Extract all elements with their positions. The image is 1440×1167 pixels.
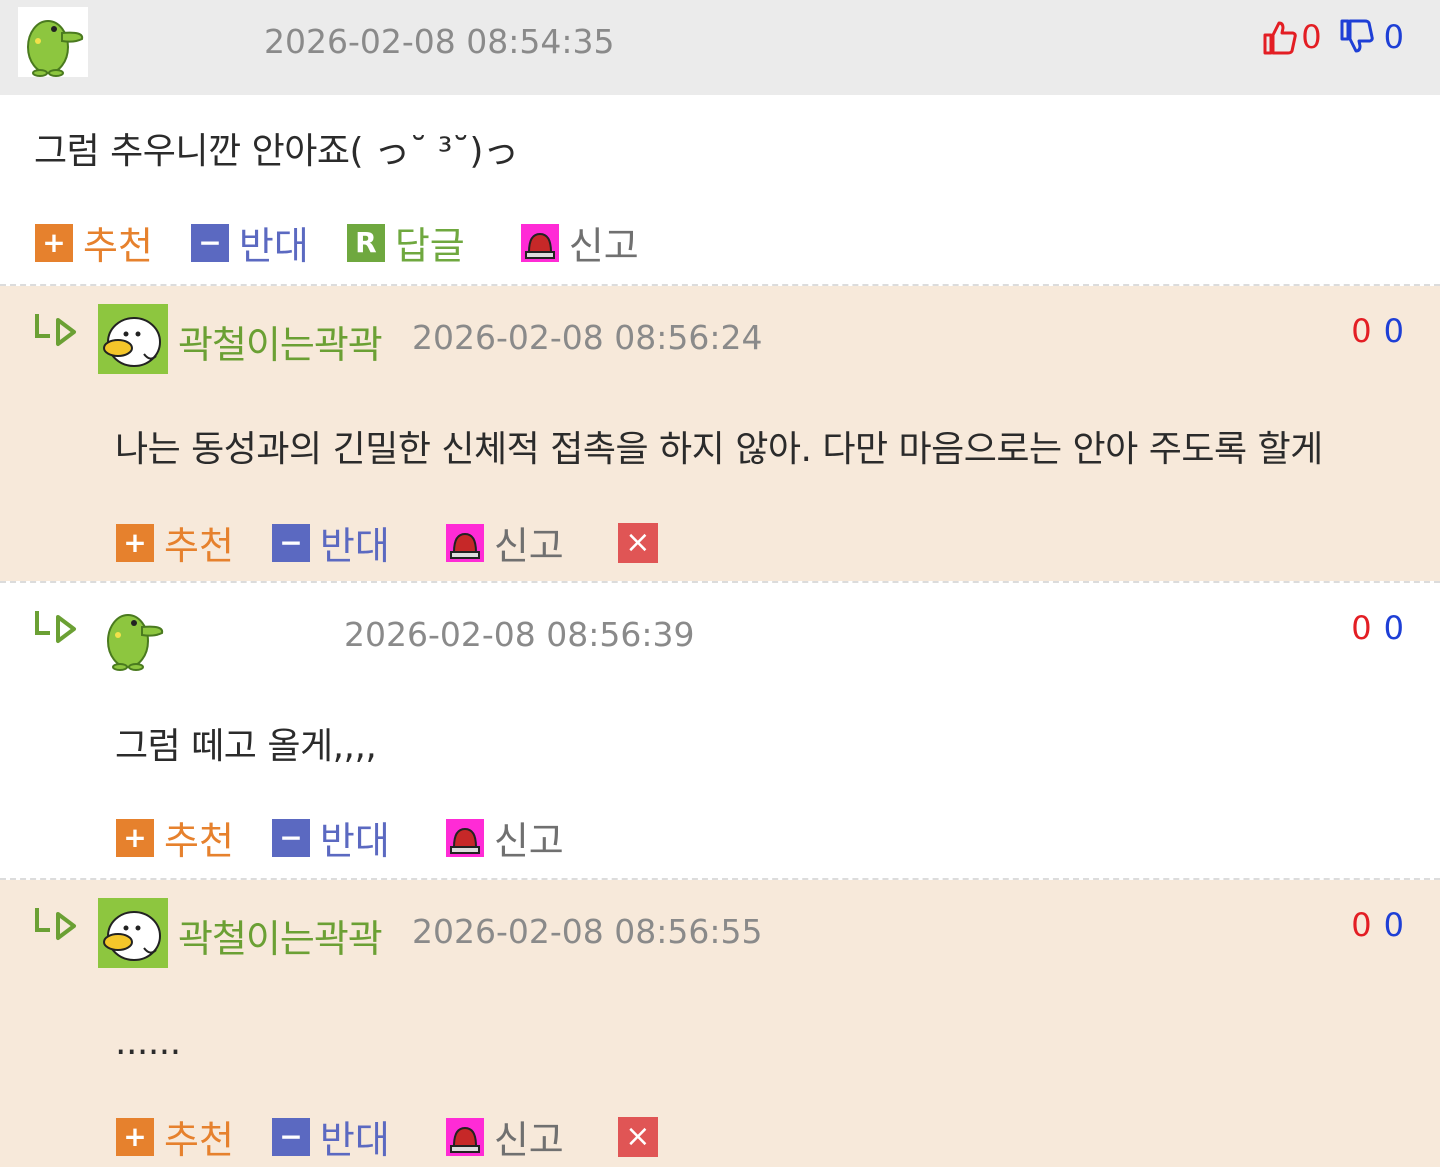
avatar[interactable] [98, 304, 168, 374]
vote-counts: 0 0 [1351, 609, 1404, 647]
delete-button[interactable]: × [617, 1116, 658, 1157]
comment-text: 나는 동성과의 긴밀한 신체적 접촉을 하지 않아. 다만 마음으로는 안아 주… [115, 429, 1323, 470]
recommend-button[interactable]: + 추천 [116, 515, 234, 570]
plus-icon: + [35, 223, 73, 262]
avatar[interactable] [18, 7, 88, 77]
recommend-label: 추천 [83, 224, 153, 268]
oppose-button[interactable]: − 반대 [271, 810, 390, 865]
comment-1: 2026-02-08 08:54:35 0 0 그럼 추우니깐 안아죠( っ˘ … [0, 0, 1440, 285]
plus-icon: + [116, 818, 154, 857]
reply-arrow-icon [35, 314, 76, 346]
report-label: 신고 [568, 224, 639, 268]
comment-header [0, 0, 1440, 95]
oppose-label: 반대 [319, 524, 390, 568]
thumbs-up-icon[interactable] [1261, 19, 1298, 55]
down-count: 0 [1383, 609, 1404, 647]
minus-icon: − [271, 1117, 310, 1156]
report-label: 신고 [493, 1118, 564, 1162]
up-count: 0 [1351, 906, 1372, 944]
minus-icon: − [190, 223, 229, 262]
recommend-button[interactable]: + 추천 [116, 810, 234, 865]
oppose-button[interactable]: − 반대 [271, 515, 390, 570]
report-button[interactable]: 신고 [445, 810, 564, 865]
thumbs-down-icon[interactable] [1338, 19, 1374, 55]
recommend-label: 추천 [164, 1118, 234, 1162]
recommend-button[interactable]: + 추천 [35, 215, 153, 270]
up-count: 0 [1301, 18, 1322, 56]
minus-icon: − [271, 818, 310, 857]
close-icon: × [625, 1118, 651, 1154]
delete-button[interactable]: × [617, 522, 658, 563]
siren-icon [445, 1117, 484, 1156]
vote-counts: 0 0 [1351, 312, 1404, 350]
green-mascot-icon [27, 20, 84, 77]
comment-date: 2026-02-08 08:56:39 [344, 615, 695, 654]
recommend-label: 추천 [164, 524, 234, 568]
down-count: 0 [1383, 906, 1404, 944]
reply-label: 답글 [394, 224, 465, 268]
vote-counts: 0 0 [1351, 906, 1404, 944]
duck-mascot-icon [103, 911, 161, 961]
report-button[interactable]: 신고 [445, 1109, 564, 1164]
siren-icon [445, 818, 484, 857]
green-mascot-icon [107, 614, 164, 671]
duck-mascot-icon [103, 317, 161, 367]
recommend-label: 추천 [164, 819, 234, 863]
comment-date: 2026-02-08 08:56:24 [412, 318, 763, 357]
comment-text: 그럼 추우니깐 안아죠( っ˘ ³˘)っ [34, 131, 519, 172]
avatar[interactable] [98, 601, 168, 671]
report-button[interactable]: 신고 [445, 515, 564, 570]
comment-actions: + 추천 − 반대 R 답글 신고 [35, 215, 677, 270]
reply-2: 2026-02-08 08:56:39 0 0 그럼 떼고 올게,,,, + 추… [0, 583, 1440, 878]
reply-arrow-icon [35, 908, 76, 940]
report-label: 신고 [493, 819, 564, 863]
oppose-label: 반대 [238, 224, 309, 268]
vote-counts: 0 0 [1261, 18, 1404, 56]
comment-actions: + 추천 − 반대 신고 × [116, 1109, 658, 1164]
comment-actions: + 추천 − 반대 신고 × [116, 515, 658, 570]
oppose-button[interactable]: − 반대 [271, 1109, 390, 1164]
siren-icon [520, 223, 559, 262]
reply-3: 곽철이는곽곽 2026-02-08 08:56:55 0 0 ...... + … [0, 880, 1440, 1167]
reply-1: 곽철이는곽곽 2026-02-08 08:56:24 0 0 나는 동성과의 긴… [0, 286, 1440, 581]
oppose-button[interactable]: − 반대 [190, 215, 309, 270]
oppose-label: 반대 [319, 1118, 390, 1162]
nickname[interactable]: 곽철이는곽곽 [178, 908, 383, 963]
close-icon: × [625, 524, 651, 560]
minus-icon: − [271, 523, 310, 562]
comment-actions: + 추천 − 반대 신고 [116, 810, 602, 865]
up-count: 0 [1351, 312, 1372, 350]
report-button[interactable]: 신고 [520, 215, 639, 270]
siren-icon [445, 523, 484, 562]
comment-date: 2026-02-08 08:56:55 [412, 912, 763, 951]
plus-icon: + [116, 1117, 154, 1156]
reply-arrow-icon [35, 611, 76, 643]
oppose-label: 반대 [319, 819, 390, 863]
plus-icon: + [116, 523, 154, 562]
recommend-button[interactable]: + 추천 [116, 1109, 234, 1164]
down-count: 0 [1383, 18, 1404, 56]
up-count: 0 [1351, 609, 1372, 647]
report-label: 신고 [493, 524, 564, 568]
comment-date: 2026-02-08 08:54:35 [264, 22, 615, 61]
comment-text: ...... [115, 1022, 181, 1063]
nickname[interactable]: 곽철이는곽곽 [178, 314, 383, 369]
avatar[interactable] [98, 898, 168, 968]
down-count: 0 [1383, 312, 1404, 350]
reply-button[interactable]: R 답글 [346, 215, 465, 270]
comment-text: 그럼 떼고 올게,,,, [115, 726, 377, 767]
reply-icon: R [346, 223, 385, 262]
